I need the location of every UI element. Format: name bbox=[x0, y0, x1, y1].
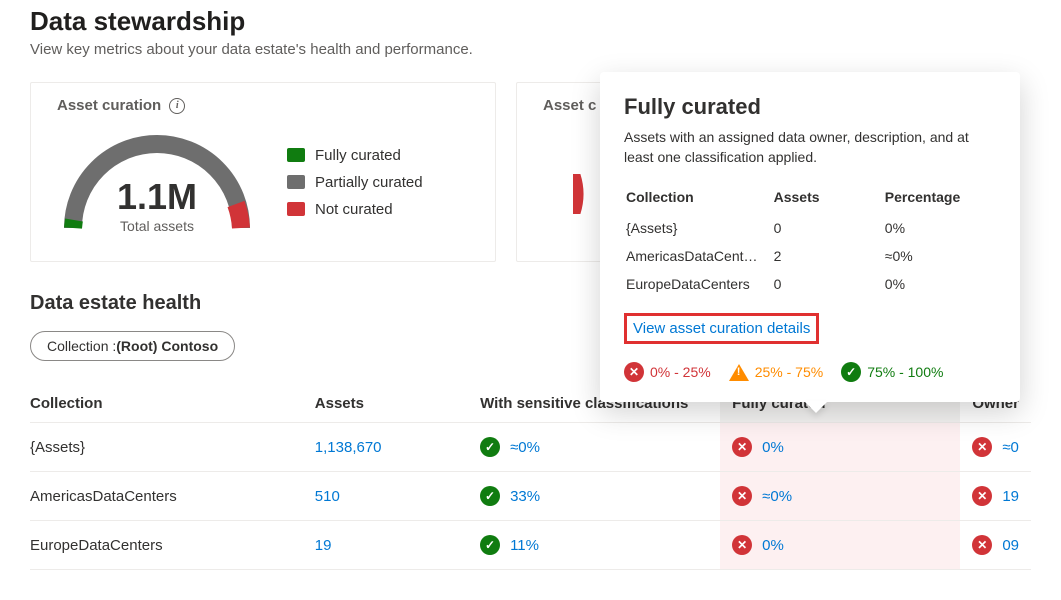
gauge-total-label: Total assets bbox=[57, 218, 257, 234]
table-row: AmericasDataCenters 510 ✓ 33% ✕ ≈0% ✕ 19 bbox=[30, 472, 1031, 521]
assets-link[interactable]: 1,138,670 bbox=[315, 439, 382, 456]
popover-title: Fully curated bbox=[624, 94, 996, 120]
sensitive-link[interactable]: 11% bbox=[510, 537, 539, 554]
popcol-collection: Collection bbox=[626, 183, 772, 213]
gauge-total-value: 1.1M bbox=[57, 176, 257, 218]
check-icon: ✓ bbox=[841, 362, 861, 382]
popcell-collection: {Assets} bbox=[626, 215, 772, 241]
popover-legend: ✕ 0% - 25% 25% - 75% ✓ 75% - 100% bbox=[624, 362, 996, 382]
popover-description: Assets with an assigned data owner, desc… bbox=[624, 128, 996, 167]
legend-none: Not curated bbox=[315, 201, 393, 218]
cross-icon: ✕ bbox=[732, 437, 752, 457]
curation-gauge: 1.1M Total assets bbox=[57, 124, 257, 240]
legend-partial: Partially curated bbox=[315, 174, 423, 191]
cross-icon: ✕ bbox=[972, 535, 992, 555]
popcell-assets: 0 bbox=[774, 215, 883, 241]
col-collection[interactable]: Collection bbox=[30, 385, 303, 423]
table-row: EuropeDataCenters00% bbox=[626, 271, 994, 297]
page-subtitle: View key metrics about your data estate'… bbox=[30, 41, 1031, 58]
partial-gauge-icon bbox=[573, 174, 603, 214]
popover-table: Collection Assets Percentage {Assets}00%… bbox=[624, 181, 996, 299]
col-assets[interactable]: Assets bbox=[303, 385, 468, 423]
view-curation-details-link[interactable]: View asset curation details bbox=[624, 313, 819, 344]
table-row: EuropeDataCenters 19 ✓ 11% ✕ 0% ✕ 09 bbox=[30, 521, 1031, 570]
filter-value: (Root) Contoso bbox=[116, 338, 218, 354]
assets-link[interactable]: 510 bbox=[315, 488, 340, 505]
popcell-collection: AmericasDataCent… bbox=[626, 243, 772, 269]
cell-collection: EuropeDataCenters bbox=[30, 521, 303, 570]
table-row: AmericasDataCent…2≈0% bbox=[626, 243, 994, 269]
fully-link[interactable]: ≈0% bbox=[762, 488, 792, 505]
cross-icon: ✕ bbox=[972, 486, 992, 506]
filter-prefix: Collection : bbox=[47, 338, 116, 354]
check-icon: ✓ bbox=[480, 535, 500, 555]
assets-link[interactable]: 19 bbox=[315, 537, 332, 554]
cross-icon: ✕ bbox=[732, 535, 752, 555]
cross-icon: ✕ bbox=[732, 486, 752, 506]
popcol-percentage: Percentage bbox=[885, 183, 994, 213]
popcol-assets: Assets bbox=[774, 183, 883, 213]
owner-link[interactable]: 19 bbox=[1002, 488, 1019, 505]
warning-icon bbox=[729, 364, 749, 381]
sensitive-link[interactable]: 33% bbox=[510, 488, 540, 505]
check-icon: ✓ bbox=[480, 437, 500, 457]
fully-link[interactable]: 0% bbox=[762, 439, 784, 456]
popcell-percentage: ≈0% bbox=[885, 243, 994, 269]
popcell-percentage: 0% bbox=[885, 215, 994, 241]
asset-curation-card: Asset curation i 1.1M Total assets bbox=[30, 82, 496, 262]
legend-mid: 25% - 75% bbox=[755, 364, 823, 380]
card-title-label: Asset curation bbox=[57, 97, 161, 114]
gauge-legend: Fully curated Partially curated Not cura… bbox=[287, 147, 423, 218]
legend-fully: Fully curated bbox=[315, 147, 401, 164]
legend-high: 75% - 100% bbox=[867, 364, 943, 380]
owner-link[interactable]: 09 bbox=[1002, 537, 1019, 554]
popcell-percentage: 0% bbox=[885, 271, 994, 297]
card2-title: Asset c bbox=[543, 97, 596, 114]
cell-collection: AmericasDataCenters bbox=[30, 472, 303, 521]
popcell-collection: EuropeDataCenters bbox=[626, 271, 772, 297]
table-row: {Assets} 1,138,670 ✓ ≈0% ✕ 0% ✕ ≈0 bbox=[30, 423, 1031, 472]
owner-link[interactable]: ≈0 bbox=[1002, 439, 1019, 456]
table-row: {Assets}00% bbox=[626, 215, 994, 241]
page-title: Data stewardship bbox=[30, 6, 1031, 37]
check-icon: ✓ bbox=[480, 486, 500, 506]
fully-curated-popover: Fully curated Assets with an assigned da… bbox=[600, 72, 1020, 402]
cell-collection: {Assets} bbox=[30, 423, 303, 472]
cross-icon: ✕ bbox=[624, 362, 644, 382]
swatch-fully-icon bbox=[287, 148, 305, 162]
cross-icon: ✕ bbox=[972, 437, 992, 457]
fully-link[interactable]: 0% bbox=[762, 537, 784, 554]
popcell-assets: 2 bbox=[774, 243, 883, 269]
swatch-none-icon bbox=[287, 202, 305, 216]
swatch-partial-icon bbox=[287, 175, 305, 189]
sensitive-link[interactable]: ≈0% bbox=[510, 439, 540, 456]
estate-health-table: Collection Assets With sensitive classif… bbox=[30, 385, 1031, 570]
popcell-assets: 0 bbox=[774, 271, 883, 297]
info-icon[interactable]: i bbox=[169, 98, 185, 114]
legend-low: 0% - 25% bbox=[650, 364, 711, 380]
collection-filter-pill[interactable]: Collection : (Root) Contoso bbox=[30, 331, 235, 361]
asset-curation-card-2: Asset c bbox=[516, 82, 611, 262]
